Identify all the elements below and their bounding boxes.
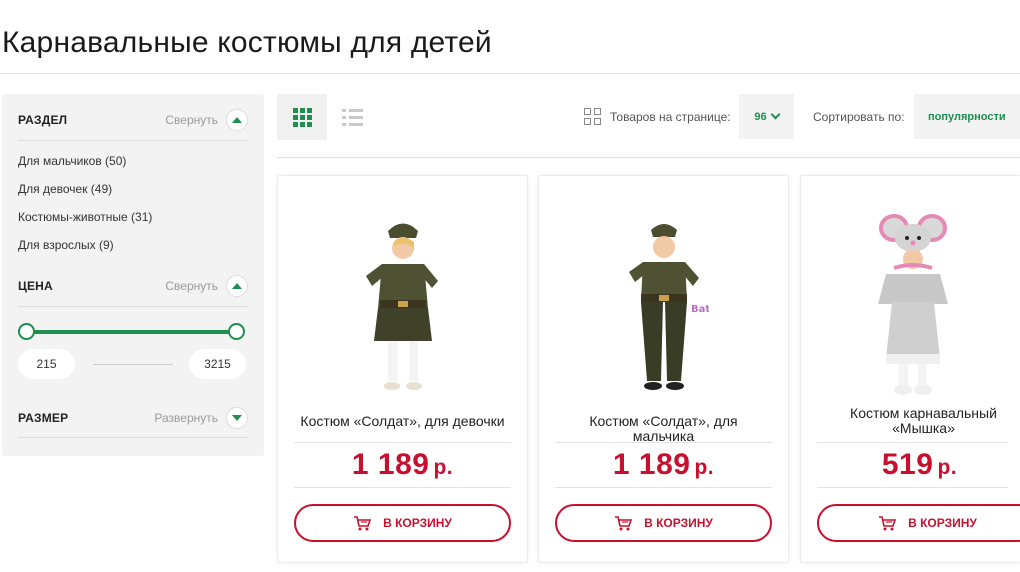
filter-size-expand[interactable]: Развернуть (154, 407, 248, 429)
card-divider (294, 487, 511, 488)
price-slider-track[interactable] (27, 330, 237, 334)
grid-view-button[interactable] (277, 94, 327, 140)
per-page-label: Товаров на странице: (610, 110, 731, 124)
card-divider (555, 487, 772, 488)
product-price: 1 189 р. (351, 448, 454, 481)
title-divider (0, 73, 1020, 74)
price-min-field[interactable]: 215 (18, 349, 75, 379)
category-link-girls[interactable]: Для девочек (49) (18, 182, 112, 196)
filter-sidebar: РАЗДЕЛ Свернуть Для мальчиков (50) Для д… (2, 94, 264, 456)
filter-section-title: РАЗДЕЛ (18, 113, 68, 127)
filter-price-title: ЦЕНА (18, 279, 53, 293)
sort-label: Сортировать по: (813, 110, 905, 124)
price-max-field[interactable]: 3215 (189, 349, 246, 379)
per-page-select[interactable]: 96 (739, 94, 794, 139)
sort-select[interactable]: популярности (914, 94, 1020, 139)
cart-icon (879, 515, 897, 530)
product-card[interactable]: Костюм карнавальный «Мышка» 519 р. В КОРЗ… (800, 175, 1020, 563)
price-slider-min-handle[interactable] (18, 323, 35, 340)
product-price: 1 189 р. (612, 448, 715, 481)
product-price: 519 р. (881, 448, 958, 481)
list-view-button[interactable] (327, 94, 377, 140)
product-image[interactable] (358, 216, 448, 406)
svg-text:Batik: Batik (691, 304, 709, 315)
product-name[interactable]: Костюм «Солдат», для девочки (296, 414, 509, 429)
card-divider (555, 442, 772, 443)
chevron-up-icon[interactable] (226, 275, 248, 297)
product-name[interactable]: Костюм карнавальный «Мышка» (831, 406, 1016, 436)
add-to-cart-button[interactable]: В КОРЗИНУ (294, 504, 511, 542)
card-divider (817, 442, 1008, 443)
product-card[interactable]: Batik Костюм «Солдат», для мальчика 1 18… (538, 175, 789, 563)
per-page-value: 96 (754, 110, 767, 123)
toolbar-divider (277, 157, 1020, 158)
list-view-icon (341, 108, 363, 126)
filter-price-header: ЦЕНА Свернуть (18, 271, 248, 301)
add-to-cart-button[interactable]: В КОРЗИНУ (817, 504, 1020, 542)
filter-divider (18, 437, 248, 438)
add-to-cart-button[interactable]: В КОРЗИНУ (555, 504, 772, 542)
filter-price-toggle-label: Свернуть (165, 279, 218, 293)
filter-section-header: РАЗДЕЛ Свернуть (18, 105, 248, 135)
product-name[interactable]: Костюм «Солдат», для мальчика (557, 414, 770, 444)
chevron-down-icon (770, 109, 781, 120)
filter-price-collapse[interactable]: Свернуть (165, 275, 248, 297)
cart-icon (354, 515, 372, 530)
category-link-boys[interactable]: Для мальчиков (50) (18, 154, 126, 168)
category-link-adults[interactable]: Для взрослых (9) (18, 238, 114, 252)
add-to-cart-label: В КОРЗИНУ (644, 516, 713, 530)
category-link-animals[interactable]: Костюмы-животные (31) (18, 210, 152, 224)
filter-divider (18, 140, 248, 141)
filter-size-toggle-label: Развернуть (154, 411, 218, 425)
card-divider (294, 442, 511, 443)
add-to-cart-label: В КОРЗИНУ (908, 516, 977, 530)
price-slider-max-handle[interactable] (228, 323, 245, 340)
filter-section-collapse[interactable]: Свернуть (165, 109, 248, 131)
chevron-down-icon[interactable] (226, 407, 248, 429)
filter-section-toggle-label: Свернуть (165, 113, 218, 127)
grid-view-icon (292, 107, 312, 127)
card-divider (817, 487, 1008, 488)
filter-size-header: РАЗМЕР Развернуть (18, 403, 248, 433)
product-image[interactable] (868, 214, 958, 404)
product-image[interactable]: Batik (619, 216, 709, 406)
product-card[interactable]: Костюм «Солдат», для девочки 1 189 р. В К… (277, 175, 528, 563)
filter-divider (18, 306, 248, 307)
price-range-dash (93, 364, 173, 365)
per-page-icon (584, 108, 601, 125)
add-to-cart-label: В КОРЗИНУ (383, 516, 452, 530)
chevron-up-icon[interactable] (226, 109, 248, 131)
cart-icon (615, 515, 633, 530)
filter-size-title: РАЗМЕР (18, 411, 69, 425)
page-title: Карнавальные костюмы для детей (2, 26, 492, 59)
